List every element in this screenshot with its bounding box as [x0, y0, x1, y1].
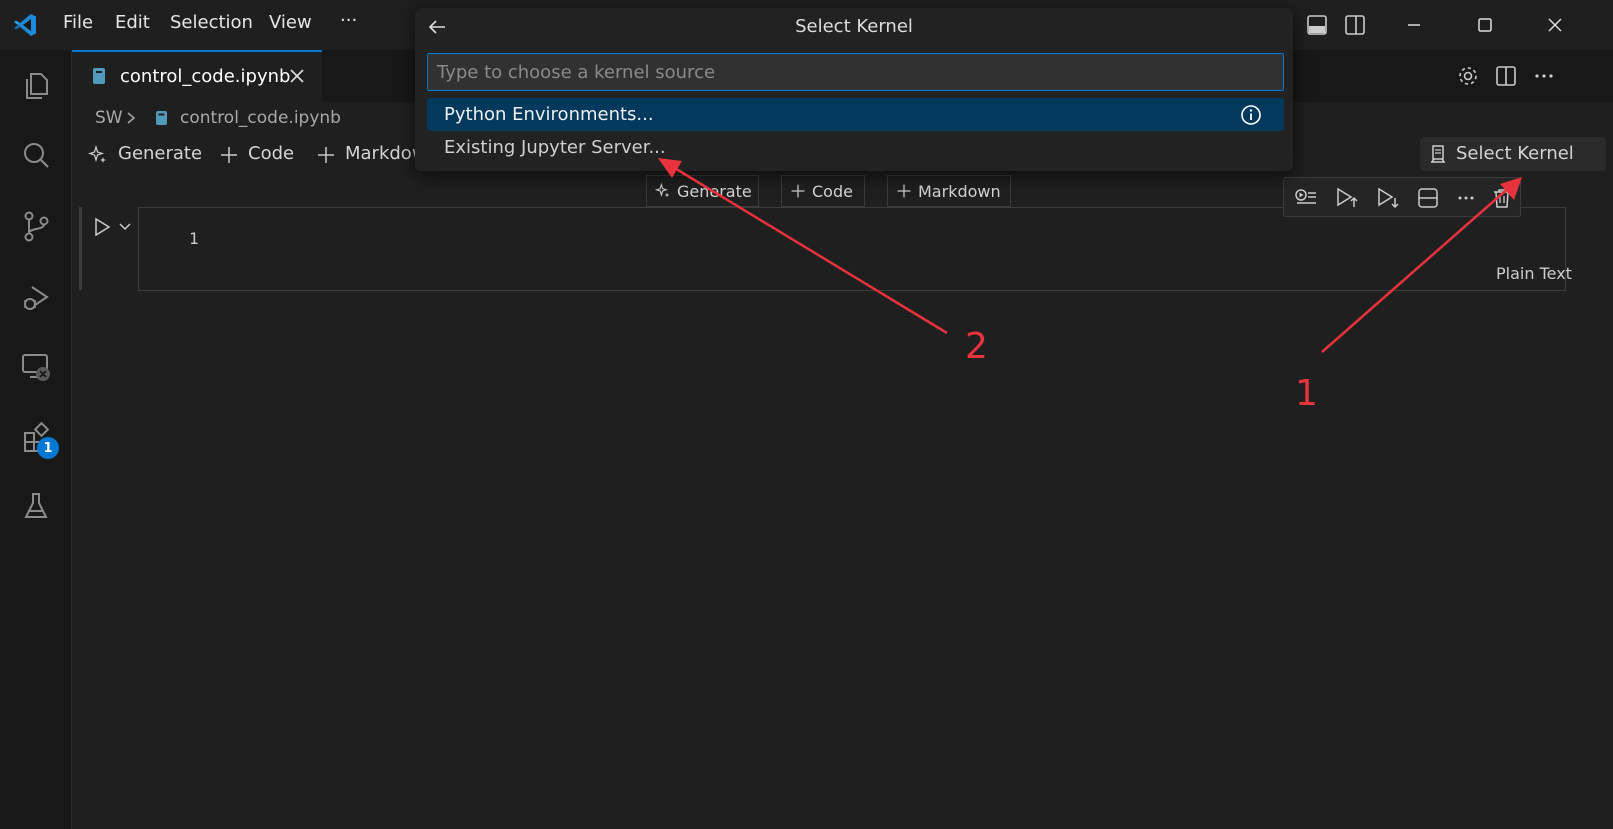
delete-cell-icon[interactable]	[1488, 184, 1516, 212]
more-actions-icon[interactable]	[1532, 64, 1556, 88]
annotation-label-1: 1	[1295, 373, 1318, 414]
toggle-panel-icon[interactable]	[1302, 10, 1332, 40]
testing-icon[interactable]	[16, 486, 56, 526]
insert-markdown-button[interactable]: Markdown	[887, 175, 1011, 207]
insert-code-label: Code	[812, 181, 853, 201]
toolbar-generate[interactable]: Generate	[118, 143, 202, 164]
remote-explorer-icon[interactable]	[16, 347, 56, 387]
plus-icon	[219, 145, 239, 165]
insert-markdown-label: Markdown	[918, 181, 1001, 201]
info-icon[interactable]	[1240, 104, 1262, 126]
plus-icon	[316, 145, 336, 165]
quickpick-item-existing-jupyter-server[interactable]: Existing Jupyter Server...	[444, 137, 666, 158]
split-cell-icon[interactable]	[1414, 184, 1442, 212]
chevron-right-icon	[124, 111, 138, 125]
plus-icon	[790, 183, 806, 199]
close-tab-icon[interactable]	[288, 67, 306, 85]
breadcrumb-file[interactable]: control_code.ipynb	[180, 108, 341, 128]
cell-language[interactable]: Plain Text	[1496, 264, 1572, 283]
maximize-icon[interactable]	[1470, 10, 1500, 40]
explorer-icon[interactable]	[16, 66, 56, 106]
execute-above-icon[interactable]	[1292, 184, 1320, 212]
insert-generate-button[interactable]: Generate	[646, 175, 759, 207]
source-control-icon[interactable]	[16, 206, 56, 246]
menu-view[interactable]: View	[269, 12, 312, 33]
chevron-down-icon[interactable]	[118, 220, 132, 234]
breadcrumb-file-icon	[155, 110, 168, 126]
quickpick-title: Select Kernel	[795, 16, 913, 37]
plus-icon	[896, 183, 912, 199]
menu-edit[interactable]: Edit	[115, 12, 150, 33]
close-window-icon[interactable]	[1540, 10, 1570, 40]
settings-gear-icon[interactable]	[1456, 64, 1480, 88]
cell-focus-gutter	[79, 207, 82, 290]
server-environment-icon	[1428, 144, 1448, 164]
sparkle-icon	[88, 145, 108, 165]
menu-more[interactable]: ···	[340, 10, 357, 31]
run-cells-above-icon[interactable]	[1333, 184, 1361, 212]
tab-label: control_code.ipynb	[120, 66, 291, 87]
menu-file[interactable]: File	[63, 12, 93, 33]
line-number: 1	[189, 229, 199, 248]
split-editor-icon[interactable]	[1494, 64, 1518, 88]
sparkle-icon	[655, 183, 671, 199]
run-debug-icon[interactable]	[16, 278, 56, 318]
extensions-badge: 1	[37, 437, 59, 459]
run-cell-icon[interactable]	[92, 217, 112, 237]
breadcrumb-folder[interactable]: SW	[95, 108, 123, 128]
select-kernel-label: Select Kernel	[1456, 143, 1574, 164]
insert-generate-label: Generate	[677, 181, 752, 201]
run-cells-below-icon[interactable]	[1374, 184, 1402, 212]
annotation-label-2: 2	[965, 326, 988, 367]
insert-code-button[interactable]: Code	[781, 175, 865, 207]
kernel-source-search-input[interactable]	[427, 53, 1284, 91]
cell-editor[interactable]	[138, 207, 1566, 291]
minimize-icon[interactable]	[1399, 10, 1429, 40]
notebook-file-icon	[92, 67, 106, 85]
python-environments-label: Python Environments...	[444, 104, 654, 125]
toggle-secondary-sidebar-icon[interactable]	[1340, 10, 1370, 40]
search-icon[interactable]	[16, 136, 56, 176]
more-cell-actions-icon[interactable]	[1452, 184, 1480, 212]
vscode-logo-icon	[12, 12, 38, 38]
toolbar-add-code[interactable]: Code	[248, 143, 294, 164]
menu-selection[interactable]: Selection	[170, 12, 253, 33]
